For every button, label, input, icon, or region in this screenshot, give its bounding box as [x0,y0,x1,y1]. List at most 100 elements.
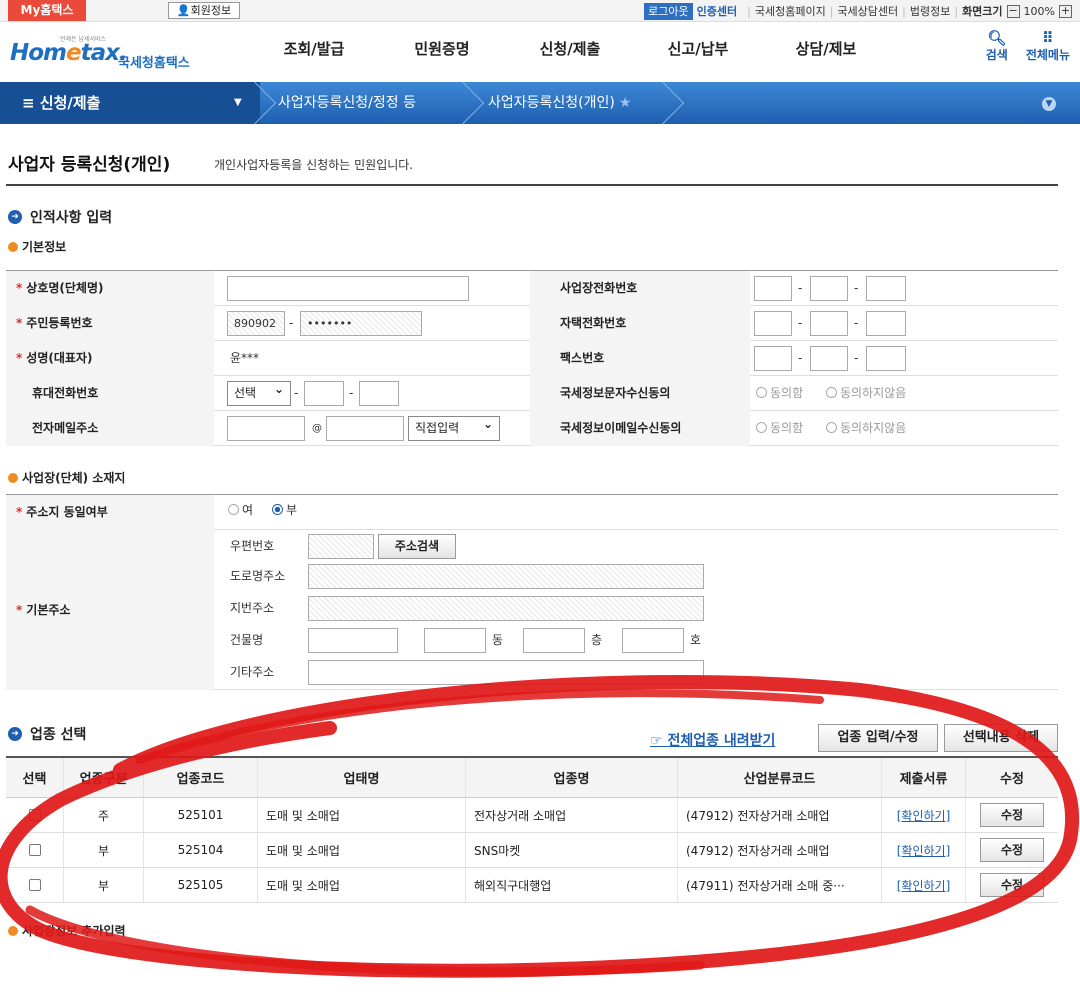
table-row: 부 525104 도매 및 소매업 SNS마켓 (47912) 전자상거래 소매… [6,833,1058,868]
download-all-link[interactable]: ☞ 전체업종 내려받기 [650,730,775,750]
breadcrumb-item-current[interactable]: 사업자등록신청(개인) ★ [488,82,631,124]
edit-cell: 수정 [966,868,1058,902]
home-phone-3[interactable] [866,311,906,336]
etc-address-input[interactable] [308,660,704,685]
zoom-in-button[interactable]: + [1059,4,1072,18]
email-domain-input[interactable] [326,416,404,441]
sms-disagree-radio[interactable]: 동의하지않음 [826,381,906,406]
rrn-back-input: ••••••• [300,311,422,336]
breadcrumb-item-register[interactable]: 사업자등록신청/정정 등 [278,82,416,124]
zip-input [308,534,374,559]
sms-agree-radio[interactable]: 동의함 [756,381,803,406]
category-dropdown[interactable]: ≡ 신청/제출 ▼ [0,82,260,124]
mobile-2[interactable] [304,381,344,406]
nts-homepage-link[interactable]: 국세청홈페이지 [755,3,826,19]
law-info-link[interactable]: 법령정보 [910,3,950,19]
all-menu-label: 전체메뉴 [1025,48,1070,62]
cell-code: 525104 [144,833,258,867]
label-email: 전자메일주소 [6,411,214,446]
mobile-3[interactable] [359,381,399,406]
cell-ksic: (47912) 전자상거래 소매업 [678,798,882,832]
row-checkbox[interactable] [28,844,41,856]
favorite-star-icon[interactable]: ★ [619,95,632,111]
row-checkbox[interactable] [28,809,41,821]
fax-3[interactable] [866,346,906,371]
home-phone-2[interactable] [810,311,848,336]
member-info-button[interactable]: 👤회원정보 [168,2,240,19]
cert-center-link[interactable]: 인증센터 [697,3,737,19]
chevron-icon [441,81,485,125]
shop-name-input[interactable] [227,276,469,301]
jibun-address-label: 지번주소 [230,601,275,615]
section-business-type: ➜ 업종 선택 [8,724,86,744]
col-select: 선택 [6,758,64,797]
row-edit-button[interactable]: 수정 [980,803,1044,827]
same-no-radio[interactable]: 부 [272,498,297,523]
biz-phone-3[interactable] [866,276,906,301]
email-id-input[interactable] [227,416,305,441]
cell-item: 전자상거래 소매업 [466,798,678,832]
rrn-front-input: 890902 [227,311,285,336]
row-edit-button[interactable]: 수정 [980,873,1044,897]
divider: | [954,4,959,18]
dash: - [798,281,803,295]
fax-1[interactable] [754,346,792,371]
edit-industry-button[interactable]: 업종 입력/수정 [818,724,938,752]
nav-apply[interactable]: 신청/제출 [506,38,634,59]
ho-input[interactable] [622,628,684,653]
form-row: * 기본주소 우편번호 주소검색 도로명주소 지번주소 건물명 동 층 호 기타주… [6,530,1058,690]
biz-phone-2[interactable] [810,276,848,301]
col-type: 업종구분 [64,758,144,797]
label-sms-consent: 국세정보문자수신동의 [530,376,750,411]
arrow-circle-icon: ➜ [8,210,22,224]
building-label: 건물명 [230,633,264,647]
dash: - [289,316,294,330]
docs-link[interactable]: [확인하기] [897,877,951,894]
building-input[interactable] [308,628,398,653]
table-row: 주 525101 도매 및 소매업 전자상거래 소매업 (47912) 전자상거… [6,798,1058,833]
all-menu-button[interactable]: ⠿ 전체메뉴 [1026,30,1070,63]
email-disagree-radio[interactable]: 동의하지않음 [826,416,906,441]
document-icon: ☞ [650,733,668,749]
cell-code: 525105 [144,868,258,902]
docs-link[interactable]: [확인하기] [897,807,951,824]
row-checkbox[interactable] [28,879,41,891]
row-edit-button[interactable]: 수정 [980,838,1044,862]
email-domain-select[interactable]: 직접입력 [408,413,500,441]
home-phone-1[interactable] [754,311,792,336]
row-checkbox-cell [6,868,64,902]
basic-info-form: * 상호명(단체명) 사업장전화번호 - - * 주민등록번호 890902 - •… [6,270,1058,446]
fax-2[interactable] [810,346,848,371]
consult-center-link[interactable]: 국세상담센터 [837,3,898,19]
subsection-additional-info: 사업장정보 추가입력 [8,922,126,939]
nav-report-pay[interactable]: 신고/납부 [634,38,762,59]
nav-certificate[interactable]: 민원증명 [378,38,506,59]
myhome-button[interactable]: My홈택스 [8,0,86,21]
top-right-links: 로그아웃 인증센터 | 국세청홈페이지 | 국세상담센터 | 법령정보 | 화면… [644,2,1072,20]
delete-selected-button[interactable]: 선택내용 삭제 [944,724,1058,752]
mobile-prefix-select[interactable]: 선택 [227,378,291,406]
logout-button[interactable]: 로그아웃 [644,2,693,20]
docs-link[interactable]: [확인하기] [897,842,951,859]
hometax-logo[interactable]: 언제든 납세서비스 Hometax. 국세청홈택스 [10,30,210,74]
nav-consult[interactable]: 상담/제보 [762,38,890,59]
zoom-out-button[interactable]: − [1006,4,1020,18]
zip-label: 우편번호 [230,539,275,553]
email-agree-radio[interactable]: 동의함 [756,416,803,441]
nav-inquiry[interactable]: 조회/발급 [250,38,378,59]
page-title: 사업자 등록신청(개인) [8,155,171,175]
form-row: * 상호명(단체명) 사업장전화번호 - - [6,271,1058,306]
biz-phone-1[interactable] [754,276,792,301]
breadcrumb-bar: ≡ 신청/제출 ▼ 사업자등록신청/정정 등 사업자등록신청(개인) ★ ▼ [0,81,1080,125]
expand-chevron-icon[interactable]: ▼ [1042,97,1056,111]
dash: - [798,316,803,330]
cell-business: 도매 및 소매업 [258,868,466,902]
dong-input[interactable] [424,628,486,653]
subsection-title: 기본정보 [22,240,67,254]
same-yes-radio[interactable]: 여 [228,498,253,523]
col-item: 업종명 [466,758,678,797]
label-home-phone: 자택전화번호 [530,306,750,341]
address-search-button[interactable]: 주소검색 [378,534,456,559]
search-button[interactable]: 🔍︎ 검색 [986,30,1008,63]
floor-input[interactable] [523,628,585,653]
